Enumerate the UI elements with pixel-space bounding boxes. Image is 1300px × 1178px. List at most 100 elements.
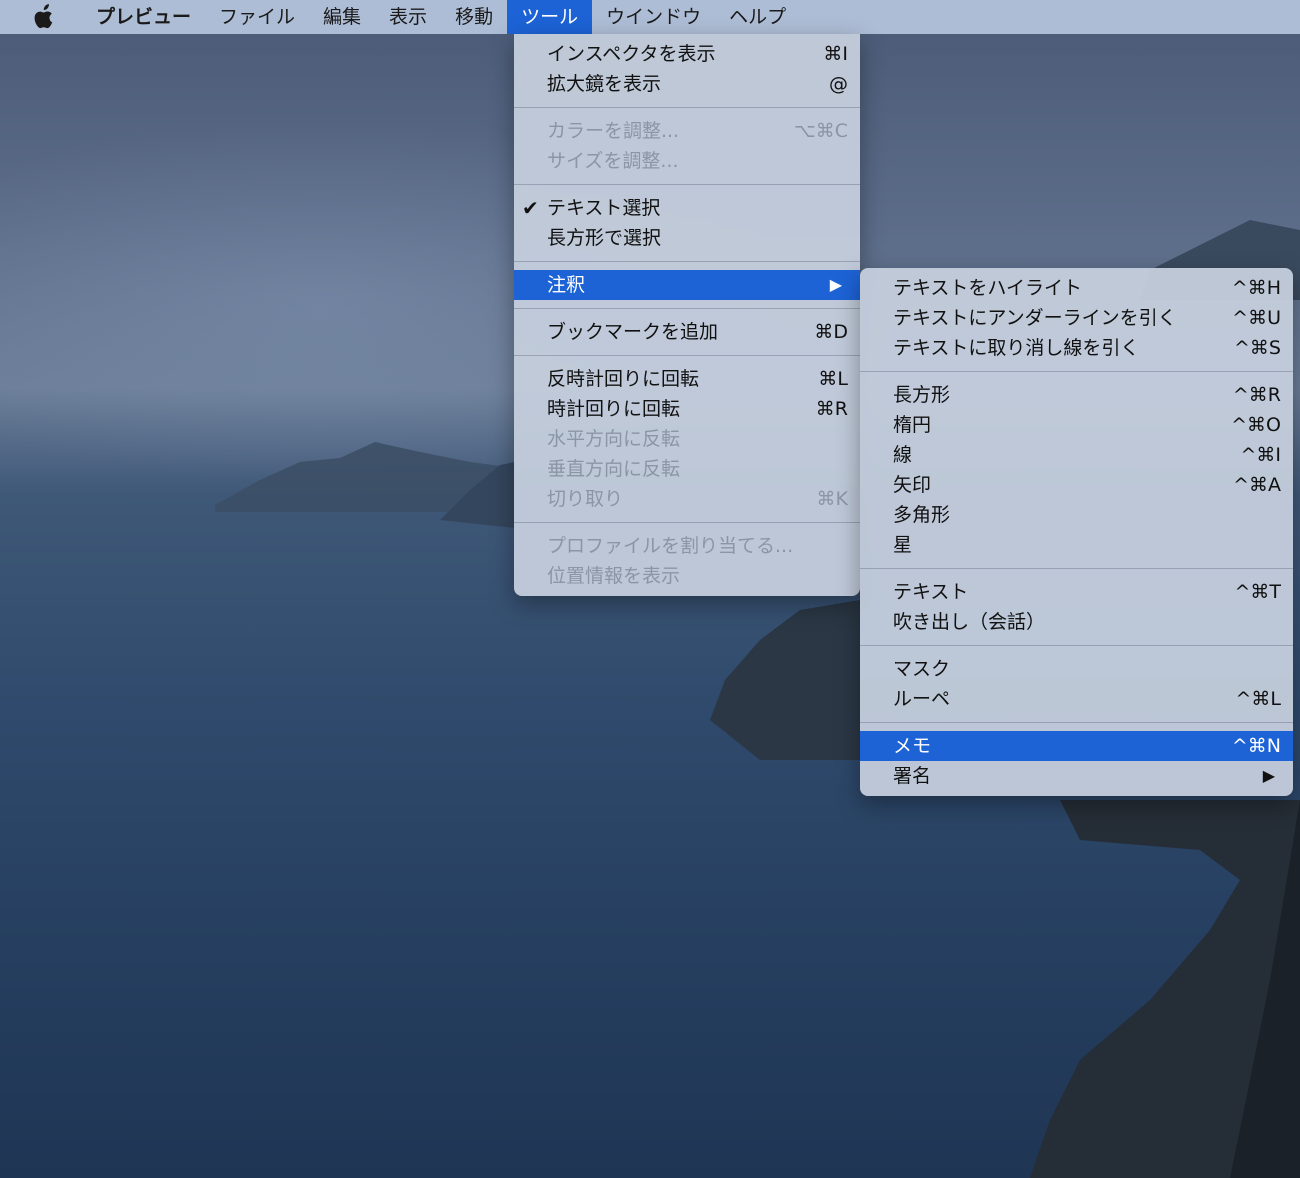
menu-item-show-magnifier[interactable]: 拡大鏡を表示 @ bbox=[514, 69, 860, 99]
menu-window[interactable]: ウインドウ bbox=[592, 0, 715, 34]
menu-item-label: カラーを調整... bbox=[547, 120, 680, 142]
menu-item-rotate-right[interactable]: 時計回りに回転 ⌘R bbox=[514, 394, 860, 424]
menu-item-shortcut: ⌘K bbox=[816, 488, 848, 510]
menu-item-loupe[interactable]: ルーペ ^⌘L bbox=[860, 684, 1293, 714]
menu-item-arrow[interactable]: 矢印 ^⌘A bbox=[860, 470, 1293, 500]
menu-item-shortcut: ^⌘O bbox=[1231, 414, 1281, 436]
menu-item-text-selection[interactable]: ✔ テキスト選択 bbox=[514, 193, 860, 223]
menu-help[interactable]: ヘルプ bbox=[715, 0, 800, 34]
annotate-submenu: テキストをハイライト ^⌘H テキストにアンダーラインを引く ^⌘U テキストに… bbox=[860, 268, 1293, 796]
menu-item-label: 星 bbox=[893, 534, 913, 556]
menu-item-label: プロファイルを割り当てる... bbox=[547, 535, 794, 557]
menu-item-label: メモ bbox=[893, 735, 932, 757]
menu-file[interactable]: ファイル bbox=[205, 0, 309, 34]
checkmark-icon: ✔ bbox=[522, 196, 539, 220]
menu-item-note[interactable]: メモ ^⌘N bbox=[860, 731, 1293, 761]
menu-item-shortcut: ^⌘I bbox=[1240, 444, 1281, 466]
menu-item-flip-vertical: 垂直方向に反転 bbox=[514, 454, 860, 484]
menu-item-label: 拡大鏡を表示 bbox=[547, 73, 662, 95]
menu-item-label: テキスト選択 bbox=[547, 197, 661, 219]
submenu-arrow-icon: ▶ bbox=[829, 275, 842, 294]
menu-item-label: 時計回りに回転 bbox=[547, 398, 681, 420]
menu-separator bbox=[860, 568, 1293, 569]
menu-item-label: テキスト bbox=[893, 581, 969, 603]
menu-item-shortcut: ^⌘R bbox=[1232, 384, 1281, 406]
menu-item-add-bookmark[interactable]: ブックマークを追加 ⌘D bbox=[514, 317, 860, 347]
menu-item-text[interactable]: テキスト ^⌘T bbox=[860, 577, 1293, 607]
menu-item-label: 署名 bbox=[893, 765, 932, 787]
menu-item-shortcut: ⌘I bbox=[823, 43, 848, 65]
menu-item-shortcut: ⌘D bbox=[814, 321, 848, 343]
menu-item-oval[interactable]: 楕円 ^⌘O bbox=[860, 410, 1293, 440]
menu-item-label: 切り取り bbox=[547, 488, 624, 510]
menu-edit[interactable]: 編集 bbox=[309, 0, 375, 34]
menu-item-shortcut: @ bbox=[829, 73, 848, 95]
menu-item-mask[interactable]: マスク bbox=[860, 654, 1293, 684]
menu-go[interactable]: 移動 bbox=[441, 0, 507, 34]
menu-item-star[interactable]: 星 bbox=[860, 530, 1293, 560]
submenu-arrow-icon: ▶ bbox=[1262, 766, 1275, 785]
menu-item-label: マスク bbox=[893, 658, 951, 680]
menu-item-show-inspector[interactable]: インスペクタを表示 ⌘I bbox=[514, 39, 860, 69]
menu-item-rectangle[interactable]: 長方形 ^⌘R bbox=[860, 380, 1293, 410]
menu-separator bbox=[514, 261, 860, 262]
tools-menu: インスペクタを表示 ⌘I 拡大鏡を表示 @ カラーを調整... ⌥⌘C サイズを… bbox=[514, 34, 860, 596]
menu-item-label: テキストに取り消し線を引く bbox=[893, 337, 1140, 359]
menu-item-label: 矢印 bbox=[893, 474, 932, 496]
menu-item-shortcut: ^⌘L bbox=[1235, 688, 1281, 710]
menu-item-signature[interactable]: 署名 ▶ bbox=[860, 761, 1293, 791]
menu-item-label: 長方形で選択 bbox=[547, 227, 662, 249]
menu-separator bbox=[514, 355, 860, 356]
menu-separator bbox=[514, 107, 860, 108]
menu-separator bbox=[514, 522, 860, 523]
apple-icon[interactable] bbox=[30, 3, 56, 31]
menu-item-crop: 切り取り ⌘K bbox=[514, 484, 860, 514]
menu-item-rotate-left[interactable]: 反時計回りに回転 ⌘L bbox=[514, 364, 860, 394]
menu-item-assign-profile: プロファイルを割り当てる... bbox=[514, 531, 860, 561]
menu-tools[interactable]: ツール bbox=[507, 0, 593, 34]
menu-item-adjust-color: カラーを調整... ⌥⌘C bbox=[514, 116, 860, 146]
menu-view[interactable]: 表示 bbox=[375, 0, 441, 34]
menu-item-shortcut: ^⌘N bbox=[1231, 735, 1281, 757]
menu-separator bbox=[860, 645, 1293, 646]
menu-item-speech-bubble[interactable]: 吹き出し（会話） bbox=[860, 607, 1293, 637]
menu-separator bbox=[514, 184, 860, 185]
menu-item-label: 水平方向に反転 bbox=[547, 428, 681, 450]
menu-item-label: 注釈 bbox=[547, 274, 586, 296]
menu-preview[interactable]: プレビュー bbox=[82, 0, 205, 34]
menu-item-annotate[interactable]: 注釈 ▶ bbox=[514, 270, 860, 300]
menu-item-label: サイズを調整... bbox=[547, 150, 679, 172]
menu-item-line[interactable]: 線 ^⌘I bbox=[860, 440, 1293, 470]
menu-item-shortcut: ^⌘H bbox=[1231, 277, 1281, 299]
menu-item-shortcut: ⌥⌘C bbox=[793, 120, 848, 142]
menu-item-label: ルーペ bbox=[893, 688, 951, 710]
menu-item-strikethrough-text[interactable]: テキストに取り消し線を引く ^⌘S bbox=[860, 333, 1293, 363]
menu-item-shortcut: ⌘R bbox=[815, 398, 848, 420]
menu-separator bbox=[860, 371, 1293, 372]
menu-item-shortcut: ^⌘T bbox=[1234, 581, 1281, 603]
menu-item-underline-text[interactable]: テキストにアンダーラインを引く ^⌘U bbox=[860, 303, 1293, 333]
menu-item-label: 多角形 bbox=[893, 504, 951, 526]
menu-item-adjust-size: サイズを調整... bbox=[514, 146, 860, 176]
menu-item-label: テキストをハイライト bbox=[893, 277, 1083, 299]
menu-item-flip-horizontal: 水平方向に反転 bbox=[514, 424, 860, 454]
menu-item-show-location: 位置情報を表示 bbox=[514, 561, 860, 591]
menu-item-polygon[interactable]: 多角形 bbox=[860, 500, 1293, 530]
menu-item-label: 位置情報を表示 bbox=[547, 565, 681, 587]
menu-item-label: 線 bbox=[893, 444, 913, 466]
menu-item-shortcut: ^⌘U bbox=[1232, 307, 1281, 329]
menu-bar: プレビュー ファイル 編集 表示 移動 ツール ウインドウ ヘルプ bbox=[0, 0, 1300, 34]
menu-separator bbox=[860, 722, 1293, 723]
menu-item-label: テキストにアンダーラインを引く bbox=[893, 307, 1177, 329]
menu-item-rectangular-selection[interactable]: 長方形で選択 bbox=[514, 223, 860, 253]
menu-item-label: インスペクタを表示 bbox=[547, 43, 716, 65]
menu-item-label: 吹き出し（会話） bbox=[893, 611, 1046, 633]
menu-item-label: 垂直方向に反転 bbox=[547, 458, 681, 480]
menu-item-label: 長方形 bbox=[893, 384, 951, 406]
menu-separator bbox=[514, 308, 860, 309]
menu-item-label: 反時計回りに回転 bbox=[547, 368, 700, 390]
menu-item-highlight-text[interactable]: テキストをハイライト ^⌘H bbox=[860, 273, 1293, 303]
menu-item-label: ブックマークを追加 bbox=[547, 321, 719, 343]
menu-item-label: 楕円 bbox=[893, 414, 932, 436]
menu-item-shortcut: ⌘L bbox=[818, 368, 848, 390]
